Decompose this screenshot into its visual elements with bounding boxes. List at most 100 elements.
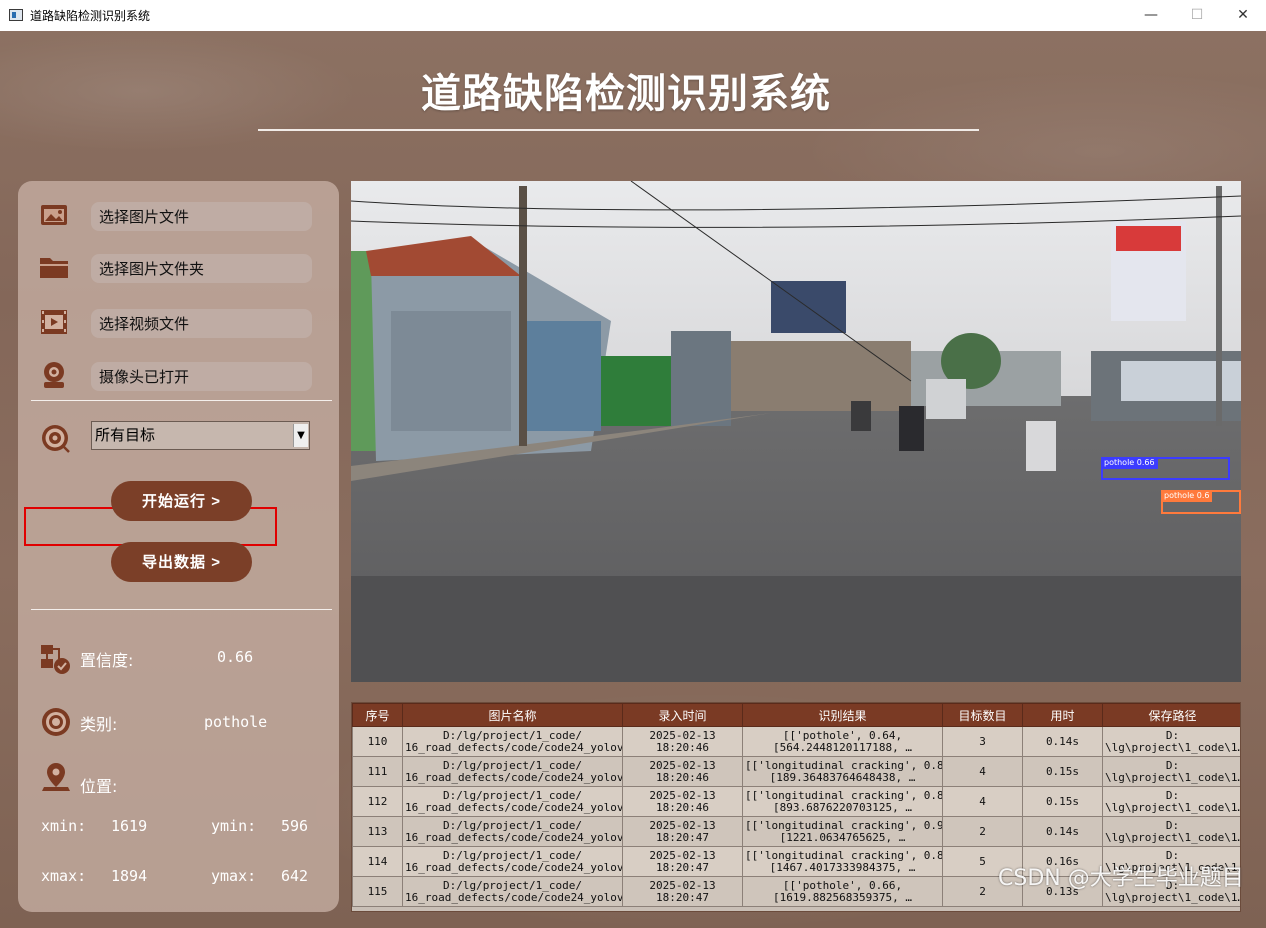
table-cell: 111 bbox=[352, 756, 403, 787]
target-select-value: 所有目标 bbox=[95, 426, 156, 444]
table-cell: D: \lg\project\1_code\1… bbox=[1102, 756, 1240, 787]
confidence-value: 0.66 bbox=[217, 648, 254, 666]
table-cell: D: \lg\project\1_code\1… bbox=[1102, 816, 1240, 847]
category-value: pothole bbox=[204, 713, 268, 731]
table-cell: [['pothole', 0.66, [1619.882568359375, … bbox=[742, 876, 943, 907]
location-pin-icon bbox=[42, 763, 70, 791]
column-header[interactable]: 目标数目 bbox=[942, 703, 1023, 727]
menu-row-folder: 选择图片文件夹 bbox=[18, 249, 339, 289]
menu-row-camera: 摄像头已打开 bbox=[18, 357, 339, 397]
detection-image-view: pothole 0.66 pothole 0.6 bbox=[351, 181, 1241, 682]
table-cell: 2025-02-13 18:20:47 bbox=[622, 846, 743, 877]
table-cell: D:/lg/project/1_code/ 16_road_defects/co… bbox=[402, 876, 623, 907]
chevron-down-icon[interactable]: ▼ bbox=[293, 424, 308, 447]
target-select[interactable]: 所有目标 ▼ bbox=[91, 421, 310, 450]
table-cell: D:/lg/project/1_code/ 16_road_defects/co… bbox=[402, 846, 623, 877]
table-cell: 2025-02-13 18:20:46 bbox=[622, 756, 743, 787]
divider-bottom bbox=[31, 609, 332, 610]
category-label: 类别: bbox=[80, 715, 118, 734]
table-cell: 2025-02-13 18:20:46 bbox=[622, 786, 743, 817]
export-data-button[interactable]: 导出数据 > bbox=[111, 542, 252, 582]
control-panel: 选择图片文件 选择图片文件夹 选择视频文件 摄像头已打开 所有目标 ▼ 开始运行… bbox=[18, 181, 339, 912]
detection-label-1: pothole 0.66 bbox=[1101, 457, 1158, 469]
image-file-icon bbox=[41, 205, 67, 225]
detection-box-pothole-2: pothole 0.6 bbox=[1161, 490, 1241, 514]
ymin-value: 596 bbox=[281, 817, 309, 835]
column-header[interactable]: 序号 bbox=[352, 703, 403, 727]
window-titlebar: 道路缺陷检测识别系统 — ☐ ✕ bbox=[0, 0, 1266, 32]
table-cell: 114 bbox=[352, 846, 403, 877]
table-cell: 0.15s bbox=[1022, 756, 1103, 787]
app-icon bbox=[9, 9, 23, 21]
table-cell: D: \lg\project\1_code\1… bbox=[1102, 786, 1240, 817]
table-row[interactable]: 112 D:/lg/project/1_code/ 16_road_defect… bbox=[352, 786, 1240, 817]
table-cell: 3 bbox=[942, 726, 1023, 757]
target-icon bbox=[42, 425, 70, 453]
category-icon bbox=[42, 708, 70, 736]
column-header[interactable]: 录入时间 bbox=[622, 703, 743, 727]
menu-row-image: 选择图片文件 bbox=[18, 197, 339, 237]
xmin-label: xmin: bbox=[41, 817, 87, 835]
detection-box-pothole-1: pothole 0.66 bbox=[1101, 457, 1230, 480]
xmax-label: xmax: bbox=[41, 867, 87, 885]
table-row[interactable]: 113 D:/lg/project/1_code/ 16_road_defect… bbox=[352, 816, 1240, 847]
camera-icon bbox=[44, 362, 64, 388]
ymax-label: ymax: bbox=[211, 867, 257, 885]
title-divider bbox=[258, 129, 979, 131]
table-cell: D:/lg/project/1_code/ 16_road_defects/co… bbox=[402, 786, 623, 817]
watermark: CSDN @大学生毕业题目 bbox=[998, 866, 1244, 891]
table-cell: 115 bbox=[352, 876, 403, 907]
table-cell: 2025-02-13 18:20:46 bbox=[622, 726, 743, 757]
window-title: 道路缺陷检测识别系统 bbox=[30, 9, 151, 23]
table-cell: [['longitudinal cracking', 0.91, [1221.0… bbox=[742, 816, 943, 847]
close-button[interactable]: ✕ bbox=[1220, 0, 1266, 31]
table-cell: [['longitudinal cracking', 0.85, [189.36… bbox=[742, 756, 943, 787]
xmax-value: 1894 bbox=[111, 867, 148, 885]
table-cell: 2 bbox=[942, 816, 1023, 847]
column-header[interactable]: 保存路径 bbox=[1102, 703, 1240, 727]
video-file-icon bbox=[41, 310, 67, 334]
camera-button[interactable]: 摄像头已打开 bbox=[91, 362, 312, 391]
maximize-button[interactable]: ☐ bbox=[1174, 0, 1220, 31]
select-image-button[interactable]: 选择图片文件 bbox=[91, 202, 312, 231]
confidence-label: 置信度: bbox=[80, 651, 134, 670]
page-title: 道路缺陷检测识别系统 bbox=[421, 71, 831, 117]
table-row[interactable]: 110 D:/lg/project/1_code/ 16_road_defect… bbox=[352, 726, 1240, 757]
app-window: 道路缺陷检测识别系统 选择图片文件 选择图片文件夹 选择视频文件 摄像头已打开 … bbox=[0, 31, 1266, 928]
menu-row-video: 选择视频文件 bbox=[18, 304, 339, 344]
position-label: 位置: bbox=[80, 777, 118, 796]
divider-top bbox=[31, 400, 332, 401]
table-cell: 0.14s bbox=[1022, 816, 1103, 847]
ymin-label: ymin: bbox=[211, 817, 257, 835]
table-cell: 2025-02-13 18:20:47 bbox=[622, 876, 743, 907]
column-header[interactable]: 用时 bbox=[1022, 703, 1103, 727]
table-cell: 0.14s bbox=[1022, 726, 1103, 757]
detection-label-2: pothole 0.6 bbox=[1161, 490, 1213, 502]
column-header[interactable]: 识别结果 bbox=[742, 703, 943, 727]
street-scene-image bbox=[351, 181, 1241, 682]
table-cell: 2025-02-13 18:20:47 bbox=[622, 816, 743, 847]
table-cell: 4 bbox=[942, 756, 1023, 787]
table-header-row: 序号 图片名称 录入时间 识别结果 目标数目 用时 保存路径 bbox=[352, 703, 1240, 727]
table-cell: 4 bbox=[942, 786, 1023, 817]
table-cell: D:/lg/project/1_code/ 16_road_defects/co… bbox=[402, 756, 623, 787]
table-cell: [['longitudinal cracking', 0.85, [1467.4… bbox=[742, 846, 943, 877]
table-cell: D:/lg/project/1_code/ 16_road_defects/co… bbox=[402, 816, 623, 847]
table-cell: [['pothole', 0.64, [564.2448120117188, … bbox=[742, 726, 943, 757]
column-header[interactable]: 图片名称 bbox=[402, 703, 623, 727]
xmin-value: 1619 bbox=[111, 817, 148, 835]
table-cell: 0.15s bbox=[1022, 786, 1103, 817]
table-cell: D: \lg\project\1_code\1… bbox=[1102, 726, 1240, 757]
table-cell: [['longitudinal cracking', 0.85, [893.68… bbox=[742, 786, 943, 817]
table-row[interactable]: 111 D:/lg/project/1_code/ 16_road_defect… bbox=[352, 756, 1240, 787]
select-folder-button[interactable]: 选择图片文件夹 bbox=[91, 254, 312, 283]
table-cell: D:/lg/project/1_code/ 16_road_defects/co… bbox=[402, 726, 623, 757]
table-cell: 110 bbox=[352, 726, 403, 757]
table-cell: 112 bbox=[352, 786, 403, 817]
start-run-button[interactable]: 开始运行 > bbox=[111, 481, 252, 521]
select-video-button[interactable]: 选择视频文件 bbox=[91, 309, 312, 338]
minimize-button[interactable]: — bbox=[1128, 0, 1174, 31]
confidence-icon bbox=[41, 645, 70, 674]
folder-icon bbox=[40, 258, 68, 278]
table-cell: 113 bbox=[352, 816, 403, 847]
